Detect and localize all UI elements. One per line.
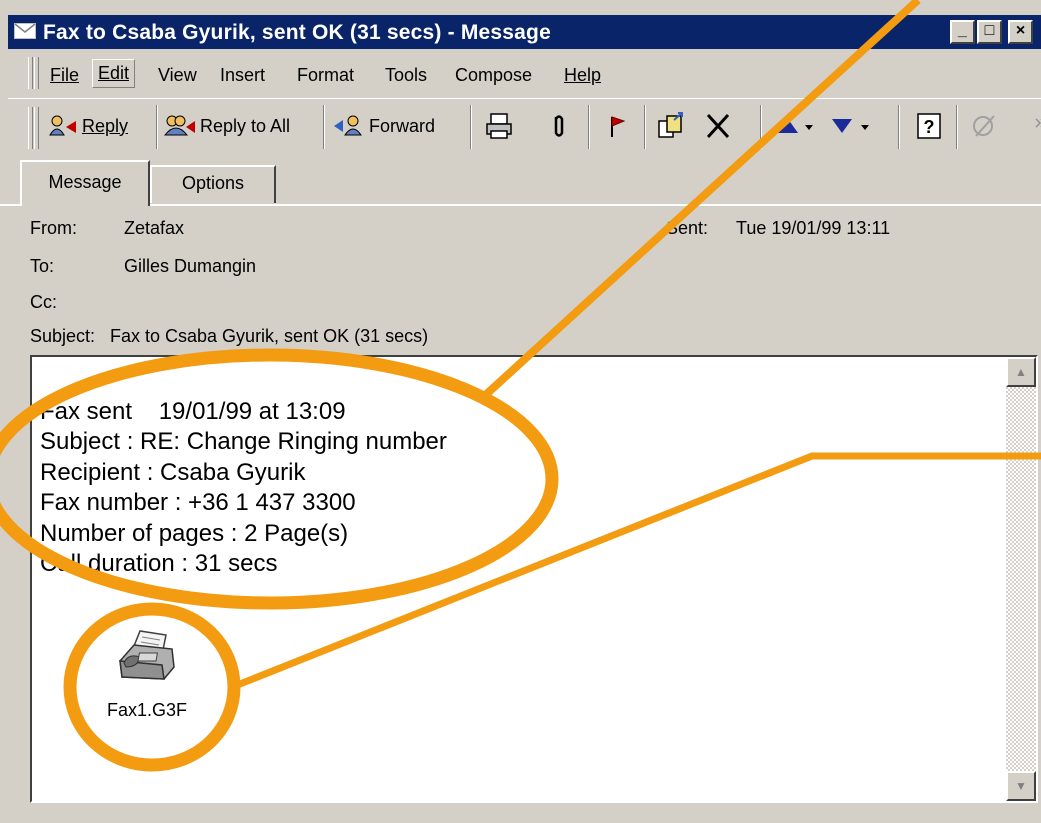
sent-label: Sent: — [666, 218, 709, 238]
toolbar-separator — [323, 105, 325, 149]
reply-all-icon — [164, 115, 195, 136]
menu-bar: File Edit View Insert Format Tools Compo… — [8, 53, 1041, 93]
menu-file[interactable]: File — [50, 65, 79, 86]
minimize-icon: _ — [958, 22, 967, 39]
toolbar-separator — [760, 105, 762, 149]
body-line: Fax number : +36 1 437 3300 — [40, 489, 356, 517]
scroll-down-button[interactable]: ▼ — [1006, 771, 1036, 801]
forward-button[interactable]: Forward — [333, 115, 435, 137]
fax-machine-icon — [119, 630, 175, 680]
body-line: Subject : RE: Change Ringing number — [40, 428, 447, 456]
body-line: Fax sent 19/01/99 at 13:09 — [40, 398, 346, 425]
from-label: From: — [30, 218, 77, 238]
scroll-up-button[interactable]: ▲ — [1006, 357, 1036, 387]
fax-attachment[interactable]: Fax1.G3F — [102, 627, 192, 721]
tab-strip-divider — [0, 204, 1041, 206]
maximize-icon: □ — [984, 22, 995, 39]
message-body[interactable]: Fax sent 19/01/99 at 13:09 Subject : RE:… — [30, 355, 1038, 803]
message-window: Fax to Csaba Gyurik, sent OK (31 secs) -… — [0, 0, 1041, 823]
from-value[interactable]: Zetafax — [124, 218, 184, 239]
body-line: Recipient : Csaba Gyurik — [40, 458, 306, 486]
next-item-icon[interactable] — [826, 111, 874, 141]
menu-help[interactable]: Help — [564, 65, 601, 86]
envelope-icon — [14, 23, 36, 39]
flag-icon[interactable] — [600, 111, 630, 141]
menu-insert[interactable]: Insert — [220, 65, 265, 86]
menu-view[interactable]: View — [158, 65, 197, 86]
menu-edit[interactable]: Edit — [92, 59, 136, 88]
vertical-scrollbar[interactable]: ▲ ▼ — [1006, 357, 1036, 801]
reply-button[interactable]: Reply — [48, 115, 128, 137]
toolbar-separator — [644, 105, 646, 149]
toolbar-separator — [156, 105, 158, 149]
paperclip-icon[interactable] — [544, 111, 574, 141]
toolbar-separator — [898, 105, 900, 149]
menu-tools[interactable]: Tools — [385, 65, 427, 86]
subject-label: Subject: — [30, 326, 96, 346]
toolbar-overflow-icon[interactable] — [1034, 111, 1041, 141]
toolbar-grip[interactable] — [28, 107, 33, 149]
menu-compose[interactable]: Compose — [455, 65, 532, 86]
toolbar-separator — [470, 105, 472, 149]
menubar-grip[interactable] — [28, 57, 33, 89]
move-to-folder-icon[interactable] — [656, 111, 686, 141]
scroll-up-icon: ▲ — [1015, 365, 1027, 379]
message-body-text: Fax sent 19/01/99 at 13:09 Subject : RE:… — [40, 397, 447, 579]
attachment-filename: Fax1.G3F — [106, 700, 188, 720]
cc-label: Cc: — [30, 292, 57, 312]
tab-message[interactable]: Message — [20, 160, 150, 206]
previous-item-icon[interactable] — [772, 111, 818, 141]
scroll-down-icon: ▼ — [1015, 779, 1027, 793]
svg-text:?: ? — [924, 117, 935, 137]
reply-icon — [49, 115, 76, 136]
toolbar-separator — [588, 105, 590, 149]
title-bar[interactable]: Fax to Csaba Gyurik, sent OK (31 secs) -… — [8, 15, 1041, 49]
to-label: To: — [30, 256, 55, 276]
toolbar-grip-inner — [34, 107, 39, 149]
close-button[interactable]: × — [1008, 20, 1033, 44]
maximize-button[interactable]: □ — [977, 20, 1002, 44]
address-book-icon[interactable] — [970, 111, 1000, 141]
menu-format[interactable]: Format — [297, 65, 354, 86]
tab-options[interactable]: Options — [150, 165, 276, 203]
reply-all-button[interactable]: Reply to All — [164, 115, 290, 137]
close-icon: × — [1015, 22, 1026, 39]
help-icon[interactable]: ? — [914, 111, 944, 141]
to-value[interactable]: Gilles Dumangin — [124, 256, 256, 277]
forward-icon — [334, 115, 362, 136]
menubar-grip-inner — [34, 57, 39, 89]
print-icon[interactable] — [484, 111, 514, 141]
subject-value: Fax to Csaba Gyurik, sent OK (31 secs) — [110, 326, 429, 346]
body-line: Number of pages : 2 Page(s) — [40, 519, 349, 547]
toolbar: Reply Reply to All Forward ? — [8, 98, 1041, 155]
body-line: Call duration : 31 secs — [40, 550, 278, 578]
window-title: Fax to Csaba Gyurik, sent OK (31 secs) -… — [43, 21, 551, 44]
sent-value: Tue 19/01/99 13:11 — [736, 218, 891, 238]
toolbar-separator — [956, 105, 958, 149]
minimize-button[interactable]: _ — [950, 20, 975, 44]
delete-icon[interactable] — [702, 111, 732, 141]
